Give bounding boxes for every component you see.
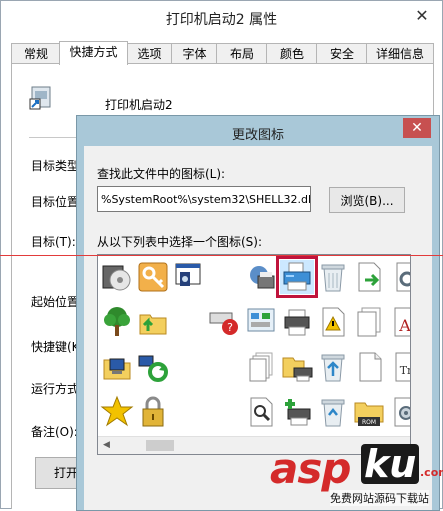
comment-label: 备注(O): [31, 425, 78, 439]
svg-text:ROM: ROM [362, 419, 376, 426]
blank-document-icon[interactable] [352, 350, 386, 384]
title-bar[interactable]: 打印机启动2 属性 ✕ [1, 1, 442, 35]
network-refresh-icon[interactable] [136, 350, 170, 384]
padlock-icon[interactable] [136, 395, 170, 429]
start-in-label: 起始位置 [31, 295, 79, 309]
text-document-icon[interactable]: Tr [388, 350, 411, 384]
folder-arrow-icon[interactable] [136, 305, 170, 339]
icon-list-label: 从以下列表中选择一个图标(S): [97, 235, 263, 249]
browse-button[interactable]: 浏览(B)... [329, 187, 405, 213]
documents-stack-icon[interactable] [244, 350, 278, 384]
blank-icon [208, 350, 242, 384]
cd-drive-icon[interactable] [100, 260, 134, 294]
folder-rom-icon[interactable]: ROM [352, 395, 386, 429]
star-icon[interactable] [100, 395, 134, 429]
recycle-bin-icon[interactable] [316, 395, 350, 429]
tree-icon[interactable] [100, 305, 134, 339]
keyboard-error-icon[interactable]: ? [208, 305, 242, 339]
shortcut-printer-icon [29, 85, 55, 111]
folder-printer-icon[interactable] [280, 350, 314, 384]
blank-icon [172, 395, 206, 429]
add-printer-icon[interactable] [280, 395, 314, 429]
watermark-com: .com [420, 466, 443, 479]
document-shortcut-icon[interactable] [352, 260, 386, 294]
warning-document-icon[interactable] [316, 305, 350, 339]
target-label: 目标(T): [31, 235, 76, 249]
dialog-title: 更改图标 [231, 128, 284, 143]
recycle-bin-full-icon[interactable] [316, 350, 350, 384]
tab-font[interactable]: 字体 [171, 43, 218, 64]
dialog-close-icon[interactable]: ✕ [403, 118, 431, 138]
svg-text:A: A [398, 316, 411, 335]
scroll-thumb[interactable] [146, 440, 174, 451]
icon-list[interactable]: ? A Tr ROM ◀ [97, 254, 411, 455]
find-icons-label: 查找此文件中的图标(L): [97, 167, 226, 181]
computer-icon[interactable] [100, 350, 134, 384]
window-title: 打印机启动2 属性 [165, 12, 278, 28]
blank-icon [208, 260, 242, 294]
target-type-label: 目标类型 [31, 159, 79, 173]
guide-line [0, 255, 443, 256]
search-document-icon[interactable] [244, 395, 278, 429]
shortcut-key-label: 快捷键(K [31, 340, 79, 354]
run-label: 运行方式 [31, 382, 79, 396]
printer-icon[interactable] [276, 256, 318, 298]
window-app-icon[interactable] [172, 260, 206, 294]
watermark-tagline: 免费网站源码下载站 [330, 490, 429, 506]
documents-icon[interactable] [352, 305, 386, 339]
watermark-ku: ku [361, 444, 420, 484]
tab-general[interactable]: 常规 [11, 43, 61, 64]
blank-icon [172, 305, 206, 339]
printer-network-icon[interactable] [280, 305, 314, 339]
network-printer-icon[interactable] [244, 260, 278, 294]
font-icon[interactable]: A [388, 305, 411, 339]
tab-security[interactable]: 安全 [316, 43, 368, 64]
target-location-label: 目标位置 [31, 195, 79, 209]
recycle-bin-empty-icon[interactable] [316, 260, 350, 294]
blank-icon [208, 395, 242, 429]
watermark-asp: asp [270, 444, 351, 493]
gear-document-icon[interactable] [388, 260, 410, 294]
tab-options[interactable]: 选项 [126, 43, 173, 64]
icon-file-path-input[interactable]: %SystemRoot%\system32\SHELL32.dll [97, 186, 311, 212]
svg-text:Tr: Tr [400, 364, 411, 377]
scroll-left-icon[interactable]: ◀ [98, 437, 115, 454]
tab-layout[interactable]: 布局 [216, 43, 268, 64]
tab-colors[interactable]: 颜色 [266, 43, 318, 64]
close-icon[interactable]: ✕ [412, 5, 432, 27]
tab-details[interactable]: 详细信息 [366, 43, 434, 64]
settings-document-icon[interactable] [388, 395, 410, 429]
tab-shortcut[interactable]: 快捷方式 [59, 41, 128, 65]
shortcut-name: 打印机启动2 [105, 98, 173, 112]
blank-icon [172, 350, 206, 384]
key-icon[interactable] [136, 260, 170, 294]
svg-text:?: ? [227, 321, 233, 334]
control-panel-icon[interactable] [244, 305, 278, 339]
